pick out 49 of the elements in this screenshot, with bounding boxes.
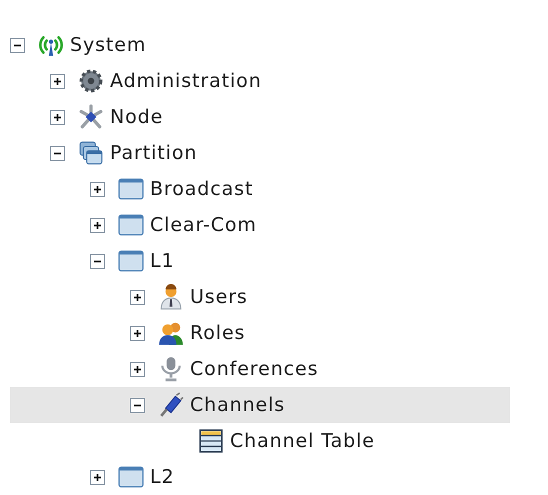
tree-item-label: Channels [190, 392, 286, 418]
tree-item-label: L2 [150, 464, 174, 490]
tree-row[interactable]: Clear-Com [10, 207, 510, 243]
tree-item-label: Administration [110, 68, 262, 94]
node-icon [78, 104, 104, 130]
window-icon [118, 212, 144, 238]
tree-item-label: Clear-Com [150, 212, 257, 238]
tree-row[interactable]: Channel Table [10, 423, 510, 459]
collapse-toggle[interactable] [90, 254, 105, 268]
tree-item-label: System [70, 32, 146, 58]
tree-row[interactable]: L1 [10, 243, 510, 279]
tree-row[interactable]: L2 [10, 459, 510, 495]
tree-row[interactable]: System [10, 27, 510, 63]
tree-row[interactable]: Administration [10, 63, 510, 99]
stacked-windows-icon [78, 140, 104, 166]
tree-item-label: Partition [110, 140, 198, 166]
collapse-toggle[interactable] [50, 146, 65, 160]
user-icon [158, 284, 184, 310]
plug-icon [158, 392, 184, 418]
tree-row[interactable]: Conferences [10, 351, 510, 387]
tree-item-label: Users [190, 284, 248, 310]
table-icon [198, 428, 224, 454]
expand-toggle[interactable] [90, 182, 105, 196]
tree-row[interactable]: Users [10, 279, 510, 315]
expand-toggle[interactable] [90, 470, 105, 484]
window-icon [118, 248, 144, 274]
tree-item-label: Broadcast [150, 176, 254, 202]
expand-toggle[interactable] [130, 290, 145, 304]
gear-icon [78, 68, 104, 94]
tree-item-label: Roles [190, 320, 246, 346]
tree-item-label: L1 [150, 248, 174, 274]
expand-toggle[interactable] [130, 362, 145, 376]
window-icon [118, 464, 144, 490]
collapse-toggle[interactable] [10, 38, 25, 52]
tree-row[interactable]: Roles [10, 315, 510, 351]
tree-row[interactable]: Partition [10, 135, 510, 171]
expand-toggle[interactable] [90, 218, 105, 232]
collapse-toggle[interactable] [130, 398, 145, 412]
tree-row[interactable]: Node [10, 99, 510, 135]
tree-row[interactable]: Broadcast [10, 171, 510, 207]
tree-item-label: Channel Table [230, 428, 375, 454]
users-icon [158, 320, 184, 346]
expand-toggle[interactable] [130, 326, 145, 340]
tree-item-label: Conferences [190, 356, 318, 382]
window-icon [118, 176, 144, 202]
tree-row[interactable]: Channels [10, 387, 510, 423]
tree-item-label: Node [110, 104, 164, 130]
expand-toggle[interactable] [50, 110, 65, 124]
expand-toggle[interactable] [50, 74, 65, 88]
